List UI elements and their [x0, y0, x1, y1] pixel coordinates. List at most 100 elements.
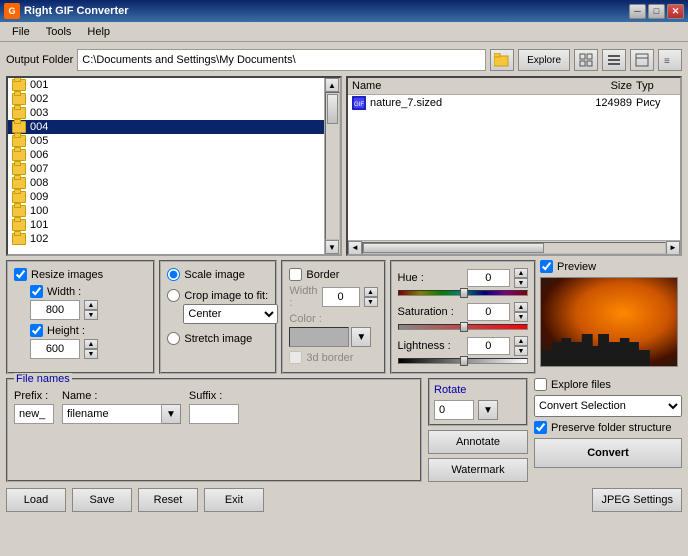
minimize-button[interactable]: ─: [629, 4, 646, 19]
jpeg-settings-button[interactable]: JPEG Settings: [592, 488, 682, 512]
light-spinners[interactable]: ▲ ▼: [514, 336, 528, 356]
height-down[interactable]: ▼: [84, 349, 98, 359]
rotate-input[interactable]: [434, 400, 474, 420]
resize-images-checkbox[interactable]: [14, 268, 27, 281]
convert-selection-select[interactable]: Convert Selection: [534, 395, 682, 417]
height-up[interactable]: ▲: [84, 339, 98, 349]
sat-down[interactable]: ▼: [514, 312, 528, 322]
list-item[interactable]: 008: [8, 176, 324, 190]
suffix-input[interactable]: [189, 404, 239, 424]
border-checkbox[interactable]: [289, 268, 302, 281]
height-input[interactable]: [30, 339, 80, 359]
convert-button[interactable]: Convert: [534, 438, 682, 468]
hue-input[interactable]: [467, 269, 511, 287]
height-spinners[interactable]: ▲ ▼: [84, 339, 98, 359]
hue-down[interactable]: ▼: [514, 278, 528, 288]
load-button[interactable]: Load: [6, 488, 66, 512]
light-slider[interactable]: [398, 358, 529, 364]
width-down[interactable]: ▼: [84, 310, 98, 320]
close-button[interactable]: ✕: [667, 4, 684, 19]
light-thumb[interactable]: [460, 356, 468, 366]
explore-files-checkbox[interactable]: [534, 378, 547, 391]
scroll-left[interactable]: ◄: [348, 241, 362, 255]
scale-image-radio[interactable]: [167, 268, 180, 281]
list-item[interactable]: 004: [8, 120, 324, 134]
list-item[interactable]: 002: [8, 92, 324, 106]
sat-slider[interactable]: [398, 324, 529, 330]
maximize-button[interactable]: □: [648, 4, 665, 19]
menu-file[interactable]: File: [4, 24, 38, 40]
list-item[interactable]: 101: [8, 218, 324, 232]
hscroll-thumb[interactable]: [363, 243, 544, 253]
color-dropdown[interactable]: ▼: [351, 327, 371, 347]
table-row[interactable]: GIF nature_7.sized 124989 Рису: [348, 95, 680, 111]
border-width-up[interactable]: ▲: [364, 287, 378, 297]
list-item[interactable]: 102: [8, 232, 324, 246]
name-input[interactable]: [62, 404, 162, 424]
scroll-down[interactable]: ▼: [325, 240, 339, 254]
width-up[interactable]: ▲: [84, 300, 98, 310]
scroll-right[interactable]: ►: [666, 241, 680, 255]
hue-spinners[interactable]: ▲ ▼: [514, 268, 528, 288]
files-hscroll[interactable]: ◄ ►: [348, 240, 680, 254]
list-item[interactable]: 006: [8, 148, 324, 162]
stretch-image-radio[interactable]: [167, 332, 180, 345]
scroll-track[interactable]: [325, 92, 340, 240]
menu-help[interactable]: Help: [79, 24, 118, 40]
sat-up[interactable]: ▲: [514, 302, 528, 312]
reset-button[interactable]: Reset: [138, 488, 198, 512]
crop-image-radio[interactable]: [167, 289, 180, 302]
sat-thumb[interactable]: [460, 322, 468, 332]
hue-thumb[interactable]: [460, 288, 468, 298]
color-label: Color :: [289, 313, 321, 325]
save-button[interactable]: Save: [72, 488, 132, 512]
annotate-button[interactable]: Annotate: [428, 430, 528, 454]
height-checkbox[interactable]: [30, 324, 43, 337]
hue-up[interactable]: ▲: [514, 268, 528, 278]
rotate-dropdown[interactable]: ▼: [478, 400, 498, 420]
toolbar-btn-4[interactable]: ≡: [658, 49, 682, 71]
toolbar-btn-3[interactable]: [630, 49, 654, 71]
light-up[interactable]: ▲: [514, 336, 528, 346]
toolbar-btn-1[interactable]: [574, 49, 598, 71]
3d-border-checkbox[interactable]: [289, 351, 302, 364]
folder-scrollbar[interactable]: ▲ ▼: [324, 78, 340, 254]
border-width-input[interactable]: [322, 287, 360, 307]
border-width-spinners[interactable]: ▲ ▼: [364, 287, 378, 307]
width-checkbox[interactable]: [30, 285, 43, 298]
width-spinners[interactable]: ▲ ▼: [84, 300, 98, 320]
sat-spinners[interactable]: ▲ ▼: [514, 302, 528, 322]
list-item[interactable]: 100: [8, 204, 324, 218]
list-item[interactable]: 005: [8, 134, 324, 148]
app-icon: G: [4, 3, 20, 19]
light-input[interactable]: [467, 337, 511, 355]
list-item[interactable]: 007: [8, 162, 324, 176]
watermark-button[interactable]: Watermark: [428, 458, 528, 482]
hscroll-track[interactable]: [362, 242, 666, 254]
color-swatch[interactable]: [289, 327, 349, 347]
exit-button[interactable]: Exit: [204, 488, 264, 512]
preserve-checkbox[interactable]: [534, 421, 547, 434]
menu-tools[interactable]: Tools: [38, 24, 80, 40]
list-item[interactable]: 003: [8, 106, 324, 120]
toolbar-btn-2[interactable]: [602, 49, 626, 71]
prefix-input[interactable]: [14, 404, 54, 424]
sat-input[interactable]: [467, 303, 511, 321]
width-input[interactable]: [30, 300, 80, 320]
suffix-group: Suffix :: [189, 390, 239, 424]
name-dropdown[interactable]: ▼: [162, 404, 181, 424]
folder-browse-button[interactable]: [490, 49, 514, 71]
preview-checkbox[interactable]: [540, 260, 553, 273]
output-folder-input[interactable]: [77, 49, 486, 71]
light-down[interactable]: ▼: [514, 346, 528, 356]
crop-select[interactable]: Center: [183, 304, 278, 324]
scroll-up[interactable]: ▲: [325, 78, 339, 92]
border-width-down[interactable]: ▼: [364, 297, 378, 307]
list-item[interactable]: 009: [8, 190, 324, 204]
hue-label: Hue :: [398, 272, 463, 284]
explore-button[interactable]: Explore: [518, 49, 570, 71]
preserve-row: Preserve folder structure: [534, 421, 682, 434]
stretch-radio-row: Stretch image: [167, 332, 269, 345]
hue-slider[interactable]: [398, 290, 529, 296]
list-item[interactable]: 001: [8, 78, 324, 92]
